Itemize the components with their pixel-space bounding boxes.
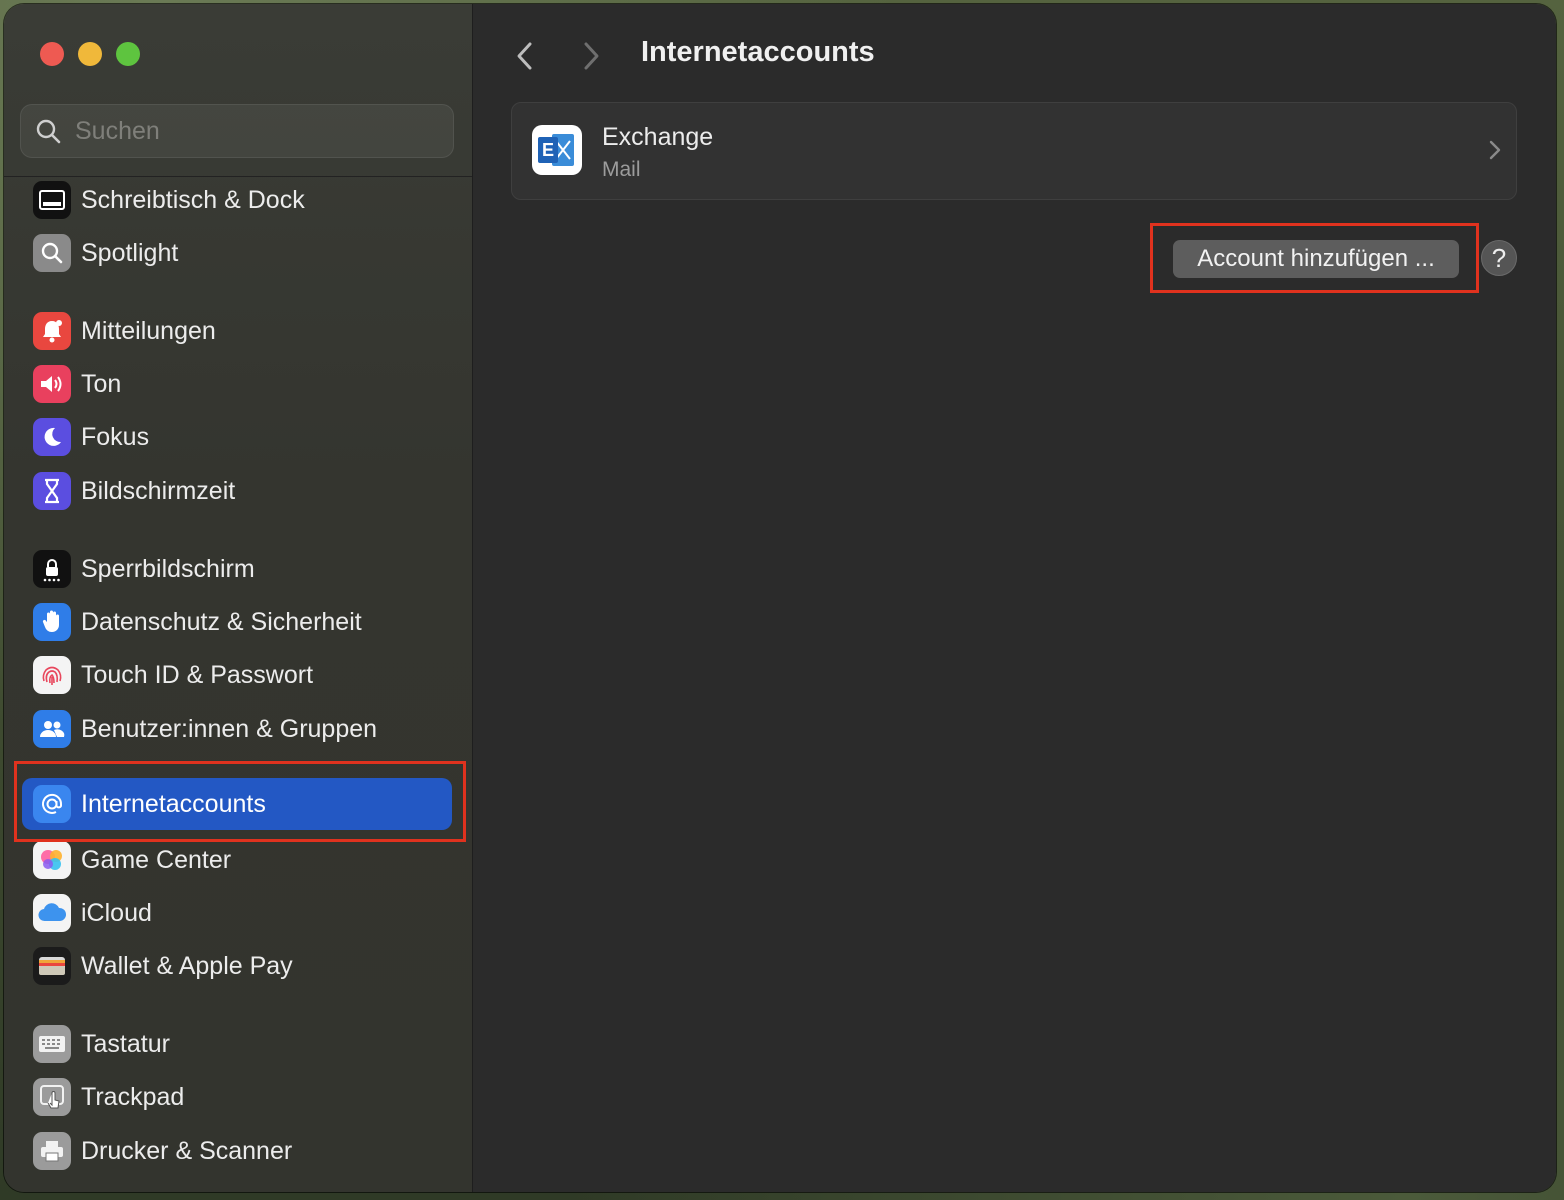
account-name: Exchange [602,123,714,151]
sidebar-item-lock-screen[interactable]: Sperrbildschirm [22,544,452,594]
sidebar-item-label: Touch ID & Passwort [81,660,314,689]
game-center-icon [33,841,71,879]
sidebar-item-printers-scanners[interactable]: Drucker & Scanner [22,1126,452,1176]
main-content: Internetaccounts E Exchange Mail Account… [473,4,1556,1192]
help-button[interactable]: ? [1481,240,1517,276]
back-button[interactable] [505,36,545,76]
sidebar: Schreibtisch & Dock Spotlight Mitteilung… [4,4,473,1192]
icloud-icon [33,894,71,932]
sidebar-item-label: Wallet & Apple Pay [81,951,293,980]
sidebar-item-sound[interactable]: Ton [22,359,452,409]
trackpad-icon [33,1078,71,1116]
sidebar-item-desktop-dock[interactable]: Schreibtisch & Dock [22,175,452,225]
window-controls [40,42,140,66]
sidebar-item-label: Sperrbildschirm [81,554,255,583]
sidebar-item-focus[interactable]: Fokus [22,412,452,462]
sound-icon [33,365,71,403]
account-row-exchange[interactable]: E Exchange Mail [511,102,1517,200]
sidebar-item-label: Spotlight [81,238,179,267]
system-settings-window: Schreibtisch & Dock Spotlight Mitteilung… [4,4,1556,1192]
forward-button[interactable] [571,36,611,76]
sidebar-item-label: Tastatur [81,1029,170,1058]
sidebar-item-label: Internetaccounts [81,789,266,818]
sidebar-item-label: iCloud [81,898,152,927]
zoom-window-button[interactable] [116,42,140,66]
minimize-window-button[interactable] [78,42,102,66]
spotlight-icon [33,234,71,272]
sidebar-item-privacy-security[interactable]: Datenschutz & Sicherheit [22,597,452,647]
sidebar-item-label: Fokus [81,422,150,451]
sidebar-item-notifications[interactable]: Mitteilungen [22,306,452,356]
svg-text:E: E [542,140,554,160]
chevron-left-icon [517,42,532,70]
sidebar-item-label: Datenschutz & Sicherheit [81,607,362,636]
sidebar-item-trackpad[interactable]: Trackpad [22,1072,452,1122]
exchange-icon: E [532,125,582,175]
sidebar-item-label: Drucker & Scanner [81,1136,293,1165]
page-title: Internetaccounts [641,36,875,68]
account-services: Mail [602,158,641,181]
keyboard-icon [33,1025,71,1063]
users-icon [33,710,71,748]
chevron-right-icon [584,42,599,70]
chevron-right-icon [1488,139,1502,166]
lock-screen-icon [33,550,71,588]
sidebar-item-label: Ton [81,369,122,398]
sidebar-item-keyboard[interactable]: Tastatur [22,1019,452,1069]
printer-icon [33,1132,71,1170]
wallet-icon [33,947,71,985]
sidebar-item-label: Game Center [81,845,232,874]
close-window-button[interactable] [40,42,64,66]
fingerprint-icon [33,656,71,694]
sidebar-item-touch-id[interactable]: Touch ID & Passwort [22,650,452,700]
sidebar-item-spotlight[interactable]: Spotlight [22,228,452,278]
sidebar-item-screen-time[interactable]: Bildschirmzeit [22,466,452,516]
add-account-button[interactable]: Account hinzufügen ... [1173,240,1459,278]
sidebar-item-label: Trackpad [81,1082,185,1111]
sidebar-item-label: Mitteilungen [81,316,216,345]
moon-icon [33,418,71,456]
at-icon [33,785,71,823]
sidebar-item-internet-accounts[interactable]: Internetaccounts [22,778,452,830]
search-icon [36,119,61,144]
sidebar-item-label: Benutzer:innen & Gruppen [81,714,378,743]
sidebar-item-wallet[interactable]: Wallet & Apple Pay [22,941,452,991]
notifications-icon [33,312,71,350]
sidebar-item-game-center[interactable]: Game Center [22,835,452,885]
hand-icon [33,603,71,641]
sidebar-item-label: Bildschirmzeit [81,476,236,505]
sidebar-item-users-groups[interactable]: Benutzer:innen & Gruppen [22,704,452,754]
sidebar-item-label: Schreibtisch & Dock [81,185,305,214]
hourglass-icon [33,472,71,510]
sidebar-item-icloud[interactable]: iCloud [22,888,452,938]
search-field[interactable] [20,104,454,158]
dock-icon [33,181,71,219]
search-input[interactable] [73,115,437,147]
